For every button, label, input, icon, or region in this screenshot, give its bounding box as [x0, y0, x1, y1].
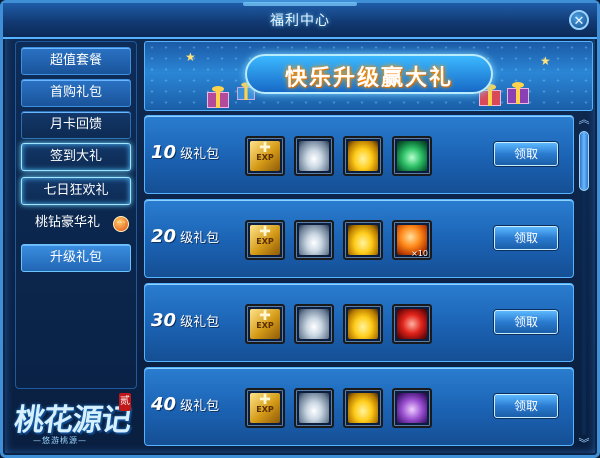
logo-subtitle: —悠游桃源—	[33, 436, 87, 445]
star-icon: ★	[540, 54, 551, 68]
item-slot[interactable]	[294, 304, 334, 344]
item-slot[interactable]	[294, 388, 334, 428]
item-slot[interactable]	[392, 136, 432, 176]
item-slot[interactable]	[392, 304, 432, 344]
item-slot[interactable]	[392, 388, 432, 428]
gift-box-icon	[507, 82, 529, 104]
title-decoration	[243, 2, 357, 6]
level-label: 10 级礼包	[151, 142, 220, 163]
item-slot[interactable]	[343, 136, 383, 176]
gold-ingot-icon	[348, 141, 378, 171]
item-count: ×10	[411, 249, 428, 258]
star-icon: ★	[185, 50, 196, 64]
claim-button[interactable]: 领取	[494, 310, 558, 334]
sidebar-item-value-package[interactable]: 超值套餐	[21, 47, 131, 75]
welfare-center-window: 福利中心 ✕ 超值套餐 首购礼包 月卡回馈 签到大礼 七日狂欢礼 桃钻豪华礼 ⋯…	[0, 0, 600, 458]
sidebar-item-monthly-card[interactable]: 月卡回馈	[21, 111, 131, 139]
red-gift-box-icon	[397, 309, 427, 339]
silver-ingot-icon	[299, 141, 329, 171]
claim-button[interactable]: 领取	[494, 142, 558, 166]
scrollbar[interactable]: ︽ ︾	[577, 113, 591, 451]
reward-row-20: 20 级礼包 ✚ EXP ×10 领取	[144, 199, 574, 278]
item-slot[interactable]: ✚ EXP	[245, 220, 285, 260]
sidebar-item-first-purchase[interactable]: 首购礼包	[21, 79, 131, 107]
window-title: 福利中心	[270, 13, 330, 29]
level-label: 30 级礼包	[151, 310, 220, 331]
sidebar: 超值套餐 首购礼包 月卡回馈 签到大礼 七日狂欢礼 桃钻豪华礼 ⋯ 升级礼包	[15, 41, 137, 389]
level-label: 20 级礼包	[151, 226, 220, 247]
gold-ingot-icon	[348, 309, 378, 339]
level-label: 40 级礼包	[151, 394, 220, 415]
purple-chest-icon	[397, 393, 427, 423]
banner-title: 快乐升级赢大礼	[284, 66, 453, 91]
sidebar-item-sign-in[interactable]: 签到大礼	[21, 143, 131, 171]
green-pot-icon	[397, 141, 427, 171]
exp-scroll-icon: ✚ EXP	[250, 140, 280, 171]
logo-mark: 贰	[119, 393, 131, 411]
reward-row-40: 40 级礼包 ✚ EXP 领取	[144, 367, 574, 446]
sidebar-item-seven-day[interactable]: 七日狂欢礼	[21, 177, 131, 205]
silver-ingot-icon	[299, 225, 329, 255]
reward-row-30: 30 级礼包 ✚ EXP 领取	[144, 283, 574, 362]
reward-row-10: 10 级礼包 ✚ EXP 领取	[144, 115, 574, 194]
exp-scroll-icon: ✚ EXP	[250, 224, 280, 255]
gold-ingot-icon	[348, 393, 378, 423]
notification-badge-icon: ⋯	[113, 216, 129, 232]
banner-title-plate: 快乐升级赢大礼	[245, 54, 493, 94]
claim-button[interactable]: 领取	[494, 226, 558, 250]
silver-ingot-icon	[299, 393, 329, 423]
item-slot[interactable]	[343, 388, 383, 428]
item-slot[interactable]	[294, 136, 334, 176]
sidebar-item-peach-diamond[interactable]: 桃钻豪华礼 ⋯	[21, 210, 131, 238]
title-bar: 福利中心 ✕	[3, 2, 597, 39]
exp-scroll-icon: ✚ EXP	[250, 308, 280, 339]
scroll-down-icon[interactable]: ︾	[577, 437, 591, 451]
logo-title: 桃花源记	[12, 403, 133, 438]
scroll-thumb[interactable]	[579, 131, 589, 191]
gift-box-icon	[207, 86, 229, 108]
sidebar-item-label: 桃钻豪华礼	[35, 215, 101, 230]
scroll-up-icon[interactable]: ︽	[577, 113, 591, 127]
item-slot[interactable]	[294, 220, 334, 260]
item-slot[interactable]: ✚ EXP	[245, 388, 285, 428]
exp-scroll-icon: ✚ EXP	[250, 392, 280, 423]
banner: ★ ★ 快乐升级赢大礼	[144, 41, 593, 111]
item-slot[interactable]	[343, 220, 383, 260]
item-slot[interactable]	[343, 304, 383, 344]
claim-button[interactable]: 领取	[494, 394, 558, 418]
gold-ingot-icon	[348, 225, 378, 255]
item-slot[interactable]: ×10	[392, 220, 432, 260]
silver-ingot-icon	[299, 309, 329, 339]
close-button[interactable]: ✕	[569, 10, 589, 30]
item-slot[interactable]: ✚ EXP	[245, 304, 285, 344]
main-panel: ★ ★ 快乐升级赢大礼 10 级礼包 ✚ EXP 领取 20 级礼包 ✚ EXP ×10…	[144, 41, 593, 453]
sidebar-item-level-up[interactable]: 升级礼包	[21, 244, 131, 272]
game-logo: 桃花源记 贰 —悠游桃源—	[9, 391, 135, 451]
item-slot[interactable]: ✚ EXP	[245, 136, 285, 176]
